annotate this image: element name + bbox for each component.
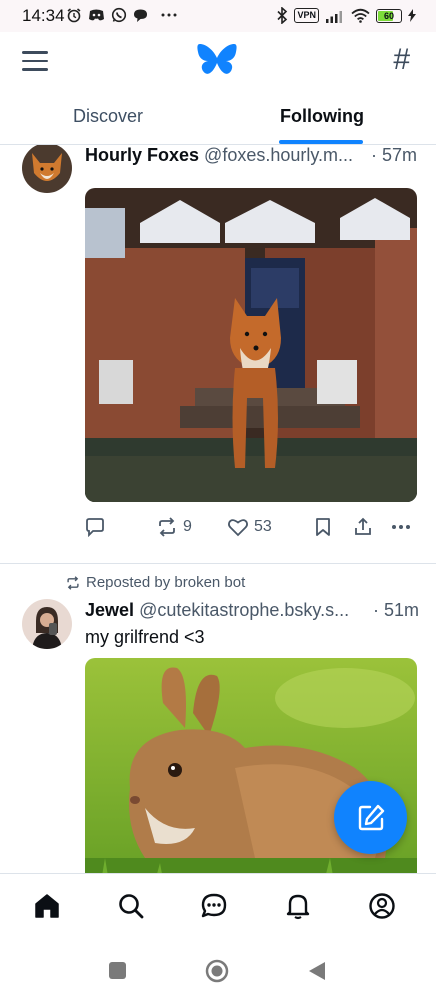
like-count: 53 bbox=[254, 518, 272, 535]
bluetooth-icon bbox=[277, 7, 288, 24]
repost-label: Reposted by broken bot bbox=[86, 574, 246, 591]
post-text: my grilfrend <3 bbox=[85, 627, 205, 647]
repost-count: 9 bbox=[183, 518, 192, 535]
author-handle[interactable]: @cutekitastrophe.bsky.s... bbox=[139, 600, 349, 620]
more-options-button[interactable] bbox=[391, 524, 411, 530]
status-left-icons bbox=[66, 7, 178, 23]
post-author-line: Jewel @cutekitastrophe.bsky.s... bbox=[85, 600, 349, 621]
tab-discover[interactable]: Discover bbox=[73, 106, 143, 127]
author-name[interactable]: Jewel bbox=[85, 600, 134, 620]
signal-icon bbox=[326, 10, 342, 23]
heart-icon bbox=[228, 518, 248, 536]
post-card[interactable]: Hourly Foxes @foxes.hourly.m... · 57m 9 … bbox=[0, 145, 436, 563]
vpn-icon: VPN bbox=[294, 8, 319, 23]
alarm-icon bbox=[67, 8, 81, 23]
discord-icon bbox=[89, 9, 104, 21]
compose-button[interactable] bbox=[334, 781, 407, 854]
charging-icon bbox=[408, 9, 416, 22]
back-triangle-icon[interactable] bbox=[308, 961, 326, 981]
nav-notifications[interactable] bbox=[280, 888, 316, 924]
status-time: 14:34 bbox=[22, 6, 65, 25]
recents-square-icon[interactable] bbox=[109, 962, 126, 979]
chat-icon bbox=[201, 893, 227, 918]
home-icon bbox=[35, 894, 59, 918]
post-time: · 57m bbox=[371, 145, 418, 165]
share-icon bbox=[355, 517, 371, 535]
repost-icon bbox=[159, 517, 175, 537]
repost-indicator[interactable]: Reposted by broken bot bbox=[66, 574, 245, 591]
reply-icon bbox=[86, 518, 104, 537]
repost-button[interactable]: 9 bbox=[157, 517, 192, 537]
avatar[interactable] bbox=[22, 599, 72, 649]
author-handle[interactable]: @foxes.hourly.m... bbox=[204, 145, 353, 165]
status-right-icons: VPN 60 bbox=[276, 7, 416, 24]
repost-icon bbox=[67, 575, 79, 590]
system-navigation bbox=[0, 940, 436, 1000]
notifications-bell-icon bbox=[286, 894, 310, 920]
nav-search[interactable] bbox=[113, 888, 149, 924]
profile-icon bbox=[369, 893, 395, 919]
hashtag-icon[interactable]: # bbox=[393, 43, 410, 77]
wifi-icon bbox=[351, 8, 370, 23]
home-circle-icon[interactable] bbox=[205, 959, 229, 983]
whatsapp-icon bbox=[111, 7, 127, 23]
status-bar: 14:34 VPN 60 bbox=[0, 0, 436, 32]
more-dots-icon bbox=[161, 13, 177, 17]
nav-home[interactable] bbox=[29, 888, 65, 924]
compose-icon bbox=[358, 804, 384, 830]
avatar[interactable] bbox=[22, 145, 72, 193]
butterfly-logo-icon[interactable] bbox=[197, 43, 237, 79]
search-icon bbox=[119, 894, 144, 919]
nav-profile[interactable] bbox=[364, 888, 400, 924]
feed[interactable]: Hourly Foxes @foxes.hourly.m... · 57m 9 … bbox=[0, 145, 436, 873]
bookmark-icon bbox=[316, 518, 330, 536]
share-button[interactable] bbox=[353, 517, 373, 537]
like-button[interactable]: 53 bbox=[228, 518, 272, 537]
nav-chat[interactable] bbox=[196, 888, 232, 924]
battery-icon: 60 bbox=[376, 8, 402, 23]
post-time: · 51m bbox=[373, 600, 420, 620]
bookmark-button[interactable] bbox=[315, 517, 331, 537]
more-dots-icon bbox=[392, 525, 410, 529]
hamburger-menu-icon[interactable] bbox=[22, 51, 48, 71]
author-name[interactable]: Hourly Foxes bbox=[85, 145, 199, 165]
battery-level: 60 bbox=[383, 10, 394, 21]
tab-following[interactable]: Following bbox=[280, 106, 364, 127]
post-author-line: Hourly Foxes @foxes.hourly.m... bbox=[85, 145, 353, 166]
bottom-navigation bbox=[0, 873, 436, 940]
chat-icon bbox=[134, 9, 147, 22]
post-image[interactable] bbox=[85, 188, 417, 502]
reply-button[interactable] bbox=[85, 517, 105, 537]
